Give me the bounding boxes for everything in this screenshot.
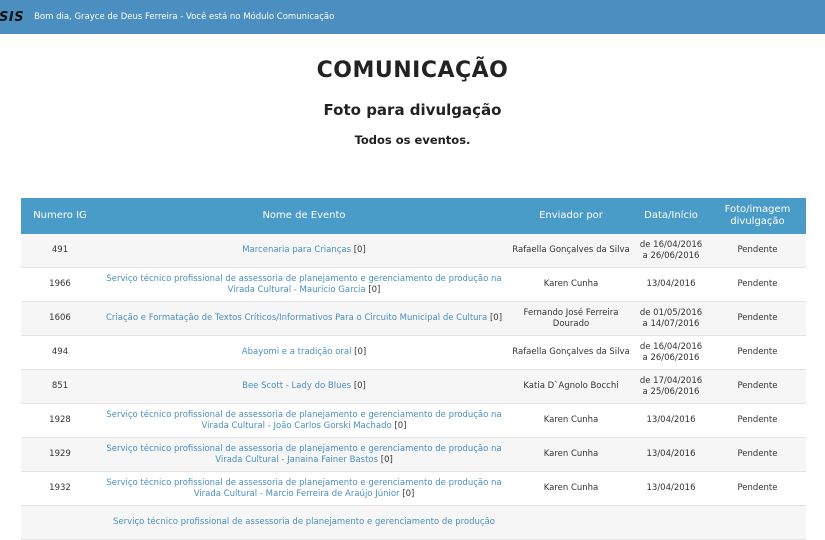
event-count: [0] [353, 245, 366, 255]
app-logo[interactable]: SIS [0, 10, 24, 25]
event-count: [0] [489, 313, 503, 323]
table-row: 1606 Criação e Formatação de Textos Críti… [21, 301, 806, 336]
cell-numero-ig [21, 505, 99, 540]
event-link[interactable]: Serviço técnico profissional de assessor… [106, 478, 501, 499]
cell-status: Pendente [709, 471, 806, 506]
event-count: [0] [354, 347, 367, 357]
cell-sender: Rafaella Gonçalves da Silva [509, 234, 633, 268]
header-nome-evento[interactable]: Nome de Evento [99, 198, 509, 234]
cell-numero-ig: 1966 [21, 267, 99, 302]
cell-status [709, 505, 806, 540]
cell-date: 13/04/2016 [633, 471, 709, 506]
cell-date: de 17/04/2016 a 25/06/2016 [633, 369, 709, 404]
table-row: 494 Abayomi e a tradição oral [0] Rafaella… [21, 335, 806, 370]
table-row: 491 Marcenaria para Crianças [0] Rafaella … [21, 234, 806, 268]
cell-sender [509, 505, 633, 540]
cell-event: Marcenaria para Crianças [0] [99, 234, 509, 268]
cell-sender: Karen Cunha [509, 267, 633, 302]
table-row: 1928 Serviço técnico profissional de asse… [21, 403, 806, 438]
cell-date: 13/04/2016 [633, 267, 709, 302]
event-link[interactable]: Serviço técnico profissional de assessor… [106, 410, 501, 431]
header-foto-imagem[interactable]: Foto/imagem divulgação [709, 198, 806, 234]
cell-status: Pendente [709, 369, 806, 404]
event-count: [0] [402, 488, 415, 499]
cell-event: Serviço técnico profissional de assessor… [99, 403, 509, 438]
filter-label: Todos os eventos. [354, 133, 471, 147]
table-row: Serviço técnico profissional de assessor… [21, 505, 806, 540]
cell-sender: Karen Cunha [509, 471, 633, 506]
cell-numero-ig: 1929 [21, 437, 99, 472]
cell-sender: Rafaella Gonçalves da Silva [509, 335, 633, 370]
cell-numero-ig: 1928 [21, 403, 99, 438]
cell-date [633, 505, 709, 540]
cell-event: Criação e Formatação de Textos Críticos/… [99, 301, 509, 336]
cell-event: Serviço técnico profissional de assessor… [99, 505, 509, 540]
table-row: 1966 Serviço técnico profissional de asse… [21, 267, 806, 302]
cell-status: Pendente [709, 267, 806, 302]
cell-status: Pendente [709, 437, 806, 472]
top-bar: SIS Bom dia, Grayce de Deus Ferreira - V… [0, 0, 825, 34]
events-table: Numero IG Nome de Evento Enviador por Da… [21, 198, 806, 540]
event-link[interactable]: Serviço técnico profissional de assessor… [106, 274, 501, 295]
cell-status: Pendente [709, 335, 806, 370]
event-link[interactable]: Criação e Formatação de Textos Críticos/… [106, 313, 487, 323]
cell-event: Serviço técnico profissional de assessor… [99, 267, 509, 302]
cell-event: Abayomi e a tradição oral [0] [99, 335, 509, 370]
cell-date: de 16/04/2016 a 26/06/2016 [633, 234, 709, 268]
page-subtitle: Foto para divulgação [323, 101, 502, 119]
cell-numero-ig: 851 [21, 369, 99, 404]
cell-date: 13/04/2016 [633, 437, 709, 472]
event-count: [0] [368, 284, 381, 295]
cell-sender: Karen Cunha [509, 437, 633, 472]
cell-date: de 01/05/2016 a 14/07/2016 [633, 301, 709, 336]
header-enviador[interactable]: Enviador por [509, 198, 633, 234]
table-row: 851 Bee Scott - Lady do Blues [0] Katia D`… [21, 369, 806, 404]
cell-numero-ig: 1932 [21, 471, 99, 506]
header-data-inicio[interactable]: Data/Início [633, 198, 709, 234]
table-header-row: Numero IG Nome de Evento Enviador por Da… [21, 198, 806, 234]
cell-status: Pendente [709, 234, 806, 268]
cell-numero-ig: 491 [21, 234, 99, 268]
cell-date: 13/04/2016 [633, 403, 709, 438]
greeting-text: Bom dia, Grayce de Deus Ferreira - Você … [34, 12, 335, 22]
event-count: [0] [380, 454, 393, 465]
header-numero-ig[interactable]: Numero IG [21, 198, 99, 234]
cell-status: Pendente [709, 403, 806, 438]
cell-numero-ig: 494 [21, 335, 99, 370]
cell-event: Serviço técnico profissional de assessor… [99, 471, 509, 506]
cell-numero-ig: 1606 [21, 301, 99, 336]
cell-event: Bee Scott - Lady do Blues [0] [99, 369, 509, 404]
cell-status: Pendente [709, 301, 806, 336]
cell-date: de 16/04/2016 a 26/06/2016 [633, 335, 709, 370]
cell-sender: Fernando José Ferreira Dourado [509, 301, 633, 336]
cell-event: Serviço técnico profissional de assessor… [99, 437, 509, 472]
event-link[interactable]: Bee Scott - Lady do Blues [242, 381, 351, 391]
event-link[interactable]: Marcenaria para Crianças [242, 245, 351, 255]
cell-sender: Katia D`Agnolo Bocchi [509, 369, 633, 404]
table-row: 1932 Serviço técnico profissional de asse… [21, 471, 806, 506]
event-link[interactable]: Serviço técnico profissional de assessor… [106, 444, 501, 465]
event-link[interactable]: Abayomi e a tradição oral [242, 347, 352, 357]
cell-sender: Karen Cunha [509, 403, 633, 438]
event-link[interactable]: Serviço técnico profissional de assessor… [113, 517, 495, 527]
page-title: COMUNICAÇÃO [316, 58, 509, 83]
event-count: [0] [394, 420, 407, 431]
event-count: [0] [353, 381, 366, 391]
table-row: 1929 Serviço técnico profissional de asse… [21, 437, 806, 472]
